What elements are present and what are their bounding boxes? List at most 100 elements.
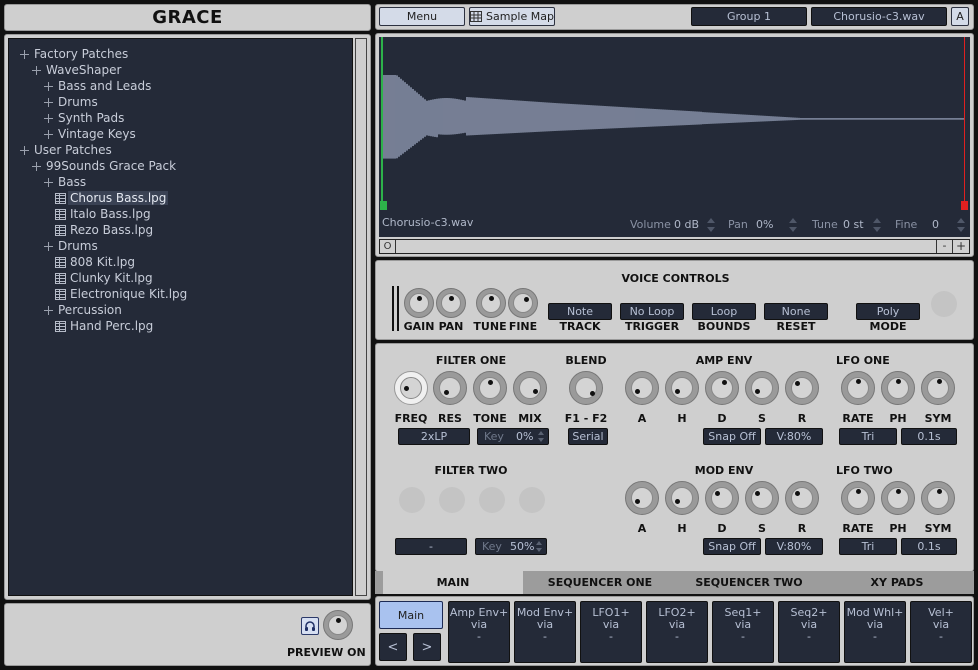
- patch-file-item[interactable]: Chorus Bass.lpg: [55, 190, 169, 206]
- tab-sequencer-one[interactable]: SEQUENCER ONE: [525, 571, 675, 594]
- lfo2-ph-knob[interactable]: [881, 481, 915, 515]
- patch-folder-item[interactable]: Synth Pads: [44, 110, 124, 126]
- amp-snap-toggle[interactable]: Snap Off: [703, 428, 761, 445]
- amp-d-knob[interactable]: [705, 371, 739, 405]
- group-selector[interactable]: Group 1: [691, 7, 807, 26]
- reset-selector[interactable]: None: [764, 303, 828, 320]
- mod-main-button[interactable]: Main: [379, 601, 443, 629]
- patch-folder-item[interactable]: Drums: [44, 94, 98, 110]
- tune-value[interactable]: 0 st: [843, 218, 864, 231]
- mod-next-button[interactable]: >: [413, 633, 441, 661]
- mod-slot[interactable]: LFO2+ via -: [646, 601, 708, 663]
- expand-plus-icon[interactable]: [44, 305, 53, 315]
- filter-mix-knob[interactable]: [513, 371, 547, 405]
- gain-knob[interactable]: [404, 288, 434, 318]
- expand-plus-icon[interactable]: [44, 177, 53, 187]
- pan-knob[interactable]: [436, 288, 466, 318]
- patch-folder-item[interactable]: Vintage Keys: [44, 126, 136, 142]
- fine-stepper-icon[interactable]: [957, 217, 965, 233]
- patch-file-item[interactable]: Electronique Kit.lpg: [55, 286, 187, 302]
- sample-map-button[interactable]: Sample Map: [469, 7, 555, 26]
- pan-value[interactable]: 0%: [756, 218, 773, 231]
- tab-main[interactable]: MAIN: [383, 571, 523, 594]
- expand-plus-icon[interactable]: [32, 65, 41, 75]
- patch-folder-item[interactable]: User Patches: [20, 142, 112, 158]
- lfo1-rate-knob[interactable]: [841, 371, 875, 405]
- patch-folder-item[interactable]: WaveShaper: [32, 62, 121, 78]
- zoom-out-button[interactable]: -: [936, 240, 952, 253]
- blend-mode-selector[interactable]: Serial: [568, 428, 608, 445]
- trigger-selector[interactable]: No Loop: [620, 303, 684, 320]
- filter-res-knob[interactable]: [433, 371, 467, 405]
- stepper-arrows-icon[interactable]: [536, 541, 543, 552]
- sample-end-handle[interactable]: [961, 201, 968, 210]
- mod-slot[interactable]: Vel+ via -: [910, 601, 972, 663]
- patch-folder-item[interactable]: Bass: [44, 174, 86, 190]
- lfo-one-shape-selector[interactable]: Tri: [839, 428, 897, 445]
- volume-value[interactable]: 0 dB: [674, 218, 699, 231]
- filter-freq-knob[interactable]: [394, 371, 428, 405]
- amp-a-knob[interactable]: [625, 371, 659, 405]
- browser-scrollbar[interactable]: [355, 38, 367, 596]
- patch-folder-item[interactable]: Bass and Leads: [44, 78, 151, 94]
- mod-slot[interactable]: Seq1+ via -: [712, 601, 774, 663]
- lfo2-rate-knob[interactable]: [841, 481, 875, 515]
- a-button[interactable]: A: [951, 7, 969, 26]
- patch-file-item[interactable]: Italo Bass.lpg: [55, 206, 151, 222]
- filter-two-key-tracking[interactable]: Key 50%: [475, 538, 547, 555]
- mod-slot[interactable]: Amp Env+ via -: [448, 601, 510, 663]
- patch-file-item[interactable]: Rezo Bass.lpg: [55, 222, 153, 238]
- lfo-two-time-value[interactable]: 0.1s: [901, 538, 957, 555]
- expand-plus-icon[interactable]: [44, 241, 53, 251]
- lfo2-sym-knob[interactable]: [921, 481, 955, 515]
- mod-velocity-value[interactable]: V:80%: [765, 538, 823, 555]
- mod-h-knob[interactable]: [665, 481, 699, 515]
- waveform-display[interactable]: Chorusio-c3.wav Volume 0 dB Pan 0% Tune …: [379, 37, 970, 237]
- patch-file-item[interactable]: Clunky Kit.lpg: [55, 270, 153, 286]
- fine-knob[interactable]: [508, 288, 538, 318]
- sample-start-handle[interactable]: [380, 201, 387, 210]
- mod-d-knob[interactable]: [705, 481, 739, 515]
- pan-stepper-icon[interactable]: [789, 217, 797, 233]
- lfo1-ph-knob[interactable]: [881, 371, 915, 405]
- mod-prev-button[interactable]: <: [379, 633, 407, 661]
- expand-plus-icon[interactable]: [20, 49, 29, 59]
- zoom-reset-button[interactable]: O: [380, 240, 396, 253]
- patch-folder-item[interactable]: Factory Patches: [20, 46, 128, 62]
- preview-toggle-button[interactable]: [301, 617, 319, 635]
- track-selector[interactable]: Note: [548, 303, 612, 320]
- expand-plus-icon[interactable]: [20, 145, 29, 155]
- expand-plus-icon[interactable]: [44, 97, 53, 107]
- volume-stepper-icon[interactable]: [707, 217, 715, 233]
- stepper-arrows-icon[interactable]: [538, 431, 545, 442]
- sample-selector[interactable]: Chorusio-c3.wav: [811, 7, 947, 26]
- menu-button[interactable]: Menu: [379, 7, 465, 26]
- mod-slot[interactable]: Mod Env+ via -: [514, 601, 576, 663]
- zoom-in-button[interactable]: +: [952, 240, 969, 253]
- amp-r-knob[interactable]: [785, 371, 819, 405]
- tune-knob[interactable]: [476, 288, 506, 318]
- filter-tone-knob[interactable]: [473, 371, 507, 405]
- bounds-selector[interactable]: Loop: [692, 303, 756, 320]
- fine-value[interactable]: 0: [932, 218, 939, 231]
- filter-one-key-tracking[interactable]: Key 0%: [477, 428, 549, 445]
- lfo-two-shape-selector[interactable]: Tri: [839, 538, 897, 555]
- lfo-one-time-value[interactable]: 0.1s: [901, 428, 957, 445]
- mod-snap-toggle[interactable]: Snap Off: [703, 538, 761, 555]
- patch-folder-item[interactable]: Percussion: [44, 302, 122, 318]
- mod-slot[interactable]: Mod Whl+ via -: [844, 601, 906, 663]
- patch-file-item[interactable]: Hand Perc.lpg: [55, 318, 153, 334]
- mod-slot[interactable]: LFO1+ via -: [580, 601, 642, 663]
- patch-folder-item[interactable]: 99Sounds Grace Pack: [32, 158, 176, 174]
- amp-h-knob[interactable]: [665, 371, 699, 405]
- mod-s-knob[interactable]: [745, 481, 779, 515]
- amp-s-knob[interactable]: [745, 371, 779, 405]
- expand-plus-icon[interactable]: [44, 81, 53, 91]
- tab-sequencer-two[interactable]: SEQUENCER TWO: [675, 571, 823, 594]
- blend-knob[interactable]: [569, 371, 603, 405]
- amp-velocity-value[interactable]: V:80%: [765, 428, 823, 445]
- expand-plus-icon[interactable]: [44, 113, 53, 123]
- expand-plus-icon[interactable]: [32, 161, 41, 171]
- waveform-zoom-scrollbar[interactable]: O - +: [379, 239, 970, 254]
- patch-file-item[interactable]: 808 Kit.lpg: [55, 254, 135, 270]
